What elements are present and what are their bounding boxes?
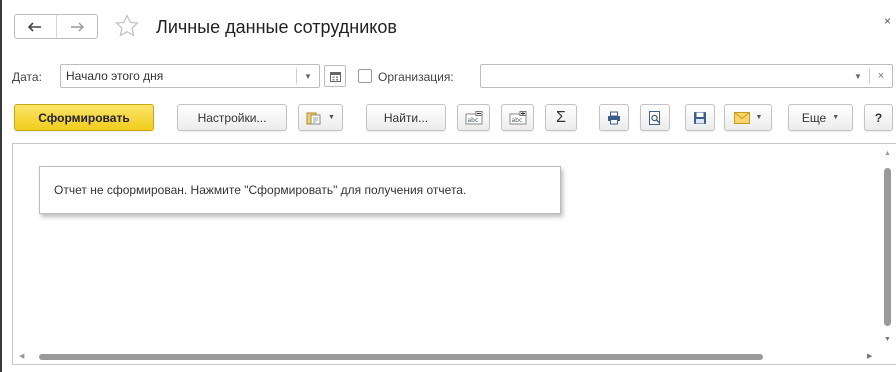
settings-button[interactable]: Настройки...	[177, 104, 287, 131]
chevron-down-icon: ▼	[328, 114, 335, 121]
variant-menu-button[interactable]: ▼	[298, 104, 343, 131]
collapse-icon: abc	[465, 110, 482, 124]
save-button[interactable]	[685, 104, 715, 131]
close-icon[interactable]: ×	[884, 14, 891, 28]
preview-button[interactable]	[640, 104, 670, 131]
vertical-scrollbar[interactable]: ▲ ▼	[880, 144, 896, 364]
chevron-down-icon[interactable]: ▼	[847, 65, 869, 87]
clear-icon[interactable]: ×	[870, 65, 892, 87]
print-button[interactable]	[599, 104, 629, 131]
chevron-down-icon: ▼	[832, 114, 840, 121]
date-field-value: Начало этого дня	[66, 69, 164, 83]
scroll-up-icon[interactable]: ▲	[884, 150, 891, 157]
preview-icon	[649, 110, 660, 125]
scroll-right-icon[interactable]: ▶	[867, 352, 872, 360]
more-button[interactable]: Еще ▼	[788, 104, 853, 131]
more-button-label: Еще	[801, 110, 827, 125]
generate-button[interactable]: Сформировать	[14, 104, 154, 131]
vertical-scroll-thumb[interactable]	[884, 168, 891, 326]
printer-icon	[608, 111, 620, 124]
sum-button[interactable]: Σ	[545, 104, 577, 131]
chevron-down-icon[interactable]: ▼	[297, 65, 319, 87]
back-button[interactable]	[15, 15, 56, 38]
scroll-left-icon[interactable]: ◀	[19, 352, 24, 360]
collapse-groups-button[interactable]: abc	[457, 104, 490, 131]
organization-field[interactable]: ▼ ×	[480, 64, 893, 88]
date-field[interactable]: Начало этого дня ▼	[60, 64, 320, 88]
organization-label: Организация:	[378, 70, 454, 84]
date-label: Дата:	[12, 70, 42, 84]
report-area[interactable]: Отчет не сформирован. Нажмите "Сформиров…	[12, 143, 896, 365]
report-variant-icon	[306, 112, 321, 124]
star-icon[interactable]	[114, 13, 140, 39]
expand-groups-button[interactable]: abc	[501, 104, 534, 131]
floppy-disk-icon	[694, 111, 706, 124]
report-window: Личные данные сотрудников × Дата: Начало…	[0, 0, 896, 372]
arrow-right-icon	[70, 22, 84, 31]
scroll-down-icon[interactable]: ▼	[884, 336, 891, 343]
find-button[interactable]: Найти...	[366, 104, 446, 131]
navigation-buttons	[14, 14, 98, 39]
expand-icon: abc	[509, 110, 526, 124]
page-title: Личные данные сотрудников	[156, 17, 397, 37]
help-button[interactable]: ?	[864, 104, 893, 131]
organization-checkbox[interactable]	[358, 69, 372, 83]
calendar-button[interactable]	[324, 65, 346, 87]
svg-text:abc: abc	[511, 117, 522, 124]
send-email-button[interactable]: ▼	[724, 104, 772, 131]
report-not-generated-message: Отчет не сформирован. Нажмите "Сформиров…	[39, 166, 561, 214]
chevron-down-icon: ▼	[755, 114, 763, 121]
forward-button[interactable]	[55, 15, 98, 38]
arrow-left-icon	[28, 21, 42, 32]
horizontal-scroll-thumb[interactable]	[39, 354, 763, 360]
calendar-icon	[329, 71, 341, 82]
horizontal-scrollbar[interactable]: ◀ ▶	[13, 350, 879, 364]
envelope-icon	[733, 111, 750, 124]
svg-text:abc: abc	[467, 117, 478, 124]
